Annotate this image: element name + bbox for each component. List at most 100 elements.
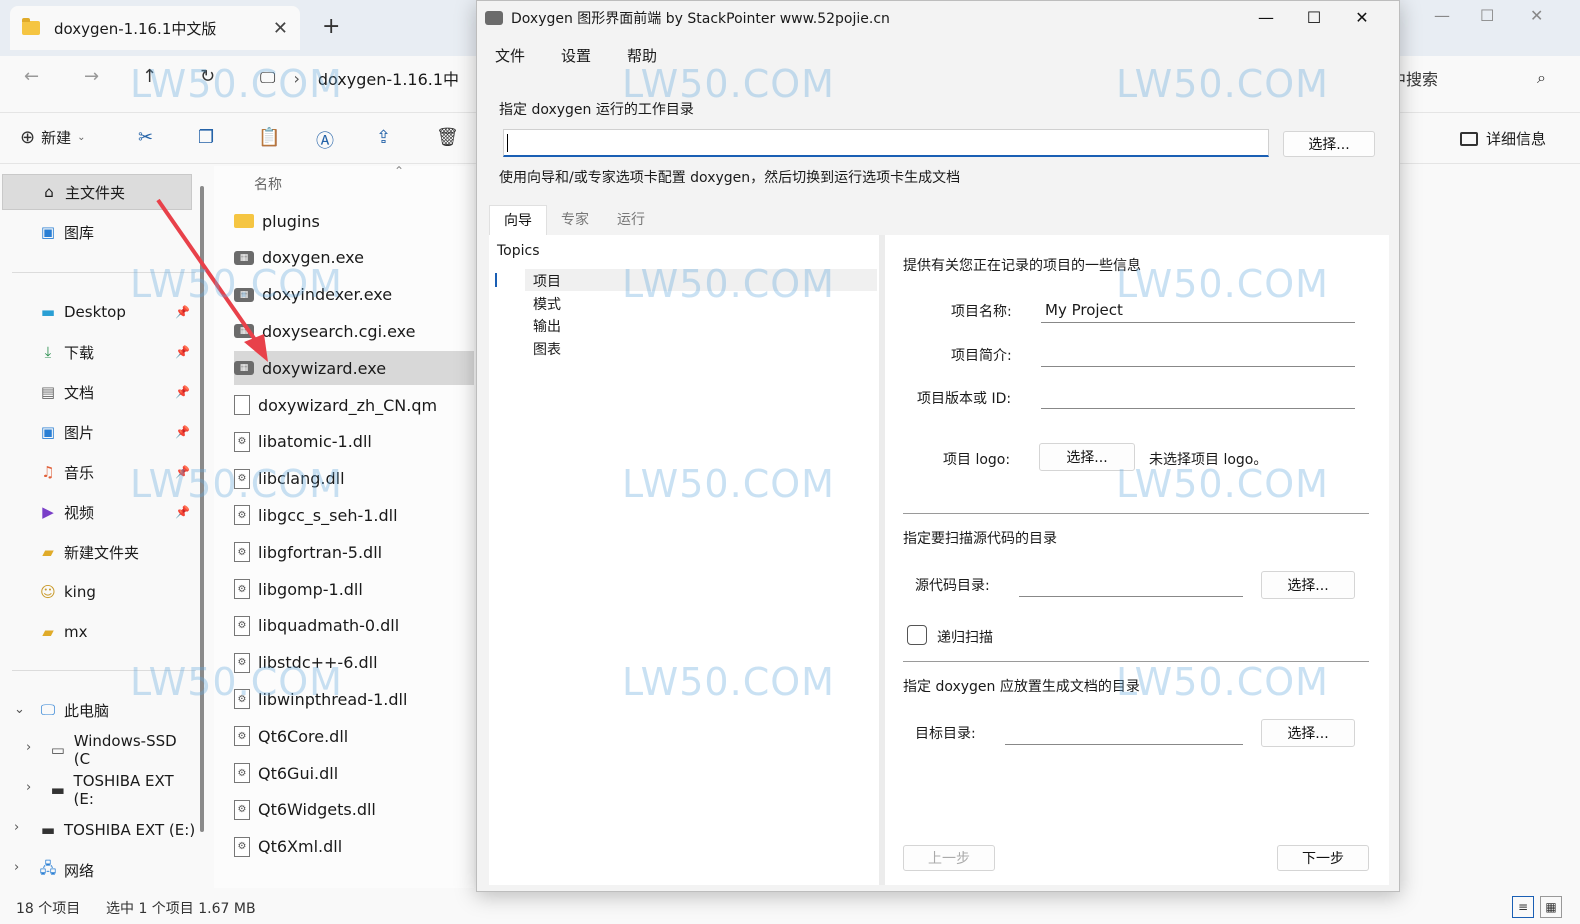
tab-close-icon[interactable]: ✕: [273, 18, 288, 39]
paste-icon[interactable]: 📋: [258, 127, 280, 148]
refresh-icon[interactable]: ↻: [200, 66, 215, 87]
up-icon[interactable]: ↑: [142, 66, 157, 87]
close-window-icon[interactable]: ✕: [1530, 6, 1543, 25]
file-row[interactable]: ⚙ Qt6Gui.dll: [234, 756, 474, 790]
file-row[interactable]: ⚙ libgfortran-5.dll: [234, 535, 474, 569]
minimize-button[interactable]: —: [1243, 5, 1289, 31]
file-row[interactable]: ▦ doxywizard.exe: [234, 351, 474, 386]
sidebar-item-windows-ssd[interactable]: ▭ Windows-SSD (C: [0, 732, 196, 768]
back-icon[interactable]: ←: [24, 66, 39, 87]
copy-icon[interactable]: ❐: [198, 127, 214, 148]
file-row[interactable]: ⚙ libwinpthread-1.dll: [234, 682, 474, 716]
menu-file[interactable]: 文件: [477, 41, 543, 69]
sidebar-item-this-pc[interactable]: 🖵 此电脑: [0, 692, 196, 728]
sidebar-item-documents[interactable]: ▤ 文档 📌: [0, 374, 196, 410]
prev-button[interactable]: 上一步: [903, 845, 995, 871]
topic-mode[interactable]: 模式: [533, 294, 561, 314]
download-icon: ⤓: [44, 343, 52, 361]
sidebar-scrollbar[interactable]: [200, 186, 204, 832]
minimize-icon[interactable]: —: [1434, 6, 1450, 25]
sidebar-item-network[interactable]: 🖧 网络: [0, 852, 196, 888]
file-row[interactable]: plugins: [234, 204, 474, 238]
tab-run[interactable]: 运行: [603, 205, 659, 237]
dest-dir-input[interactable]: [1005, 719, 1243, 745]
delete-icon[interactable]: 🗑: [436, 127, 459, 148]
address-bar[interactable]: 🖵 › doxygen-1.16.1中: [260, 62, 480, 94]
sidebar-item-music[interactable]: ♫ 音乐 📌: [0, 454, 196, 490]
menu-settings[interactable]: 设置: [543, 41, 609, 69]
file-row[interactable]: ⚙ Qt6Widgets.dll: [234, 793, 474, 827]
search-icon: ⌕: [1537, 68, 1546, 87]
details-view-icon[interactable]: ≡: [1512, 896, 1534, 918]
file-row[interactable]: ▦ doxyindexer.exe: [234, 278, 474, 312]
source-dir-input[interactable]: [1019, 571, 1243, 597]
sidebar-item-new-folder[interactable]: ▰ 新建文件夹: [0, 534, 196, 570]
recursive-checkbox[interactable]: [907, 625, 927, 645]
topic-output[interactable]: 输出: [533, 316, 561, 336]
file-row[interactable]: ⚙ libquadmath-0.dll: [234, 609, 474, 643]
project-settings-panel: 提供有关您正在记录的项目的一些信息 项目名称: My Project 项目简介:…: [885, 235, 1389, 885]
sidebar-item-label: mx: [64, 623, 88, 641]
sidebar-item-home[interactable]: ⌂ 主文件夹: [2, 174, 192, 210]
file-row[interactable]: ⚙ Qt6Xml.dll: [234, 830, 474, 864]
next-button[interactable]: 下一步: [1277, 845, 1369, 871]
logo-select-button[interactable]: 选择...: [1039, 443, 1135, 471]
forward-icon[interactable]: →: [84, 66, 99, 87]
details-pane-icon: [1460, 131, 1478, 146]
network-icon: 🖧: [39, 858, 57, 877]
application-icon: ▦: [234, 361, 254, 376]
file-row[interactable]: ⚙ libclang.dll: [234, 462, 474, 496]
topic-diagrams[interactable]: 图表: [533, 339, 561, 359]
workdir-input[interactable]: [503, 129, 1269, 157]
tiles-view-icon[interactable]: ▦: [1540, 896, 1562, 918]
file-row[interactable]: doxywizard_zh_CN.qm: [234, 388, 474, 422]
file-row[interactable]: ⚙ libgomp-1.dll: [234, 572, 474, 606]
video-icon: ▶: [42, 503, 54, 521]
dest-dir-label: 目标目录:: [915, 726, 976, 742]
topic-project[interactable]: 项目: [533, 271, 561, 291]
sidebar-item-king[interactable]: ☺ king: [0, 574, 196, 610]
menu-help[interactable]: 帮助: [609, 41, 675, 69]
sidebar-item-pictures[interactable]: ▣ 图片 📌: [0, 414, 196, 450]
file-row[interactable]: ⚙ Qt6Core.dll: [234, 719, 474, 753]
file-row[interactable]: ⚙ libstdc++-6.dll: [234, 646, 474, 680]
sidebar-item-toshiba-1[interactable]: ▬ TOSHIBA EXT (E:: [0, 772, 196, 808]
file-row[interactable]: ⚙ libatomic-1.dll: [234, 425, 474, 459]
maximize-button[interactable]: ☐: [1291, 5, 1337, 31]
cut-icon[interactable]: ✂: [138, 127, 153, 148]
sidebar-item-desktop[interactable]: ▬ Desktop 📌: [0, 294, 196, 330]
sidebar-item-videos[interactable]: ▶ 视频 📌: [0, 494, 196, 530]
new-button[interactable]: ⊕ 新建 ⌄: [20, 127, 86, 148]
project-version-input[interactable]: [1041, 383, 1355, 409]
workdir-select-button[interactable]: 选择...: [1283, 131, 1375, 157]
new-tab-button[interactable]: +: [322, 14, 340, 39]
project-brief-input[interactable]: [1041, 341, 1355, 367]
file-row[interactable]: ▦ doxysearch.cgi.exe: [234, 314, 474, 348]
sidebar-divider: [12, 670, 196, 671]
explorer-tab[interactable]: doxygen-1.16.1中文版 ✕: [10, 6, 300, 50]
file-row[interactable]: ⚙ libgcc_s_seh-1.dll: [234, 498, 474, 532]
close-button[interactable]: ✕: [1339, 5, 1385, 31]
search-input[interactable]: 中搜索 ⌕: [1390, 62, 1560, 94]
file-row[interactable]: ▦ doxygen.exe: [234, 241, 474, 275]
sidebar-item-downloads[interactable]: ⤓ 下载 📌: [0, 334, 196, 370]
breadcrumb-folder[interactable]: doxygen-1.16.1中: [318, 66, 459, 90]
sidebar-divider: [12, 272, 196, 273]
dest-select-button[interactable]: 选择...: [1261, 719, 1355, 747]
sidebar-item-label: 主文件夹: [65, 183, 126, 202]
column-header-name[interactable]: 名称: [254, 174, 282, 194]
details-pane-button[interactable]: 详细信息: [1460, 128, 1546, 149]
rename-icon[interactable]: Ⓐ: [316, 127, 334, 153]
source-select-button[interactable]: 选择...: [1261, 571, 1355, 599]
tab-wizard[interactable]: 向导: [489, 205, 547, 237]
dest-section-title: 指定 doxygen 应放置生成文档的目录: [903, 679, 1140, 695]
drive-icon: ▭: [50, 741, 65, 759]
sidebar-item-gallery[interactable]: ▣ 图库: [0, 214, 196, 250]
dll-file-icon: ⚙: [234, 799, 250, 820]
maximize-icon[interactable]: ☐: [1480, 6, 1494, 25]
sidebar-item-toshiba-2[interactable]: ▬ TOSHIBA EXT (E:): [0, 812, 196, 848]
tab-expert[interactable]: 专家: [547, 205, 603, 237]
share-icon[interactable]: ⇪: [376, 127, 391, 148]
sidebar-item-mx[interactable]: ▰ mx: [0, 614, 196, 650]
project-name-input[interactable]: My Project: [1041, 297, 1355, 323]
